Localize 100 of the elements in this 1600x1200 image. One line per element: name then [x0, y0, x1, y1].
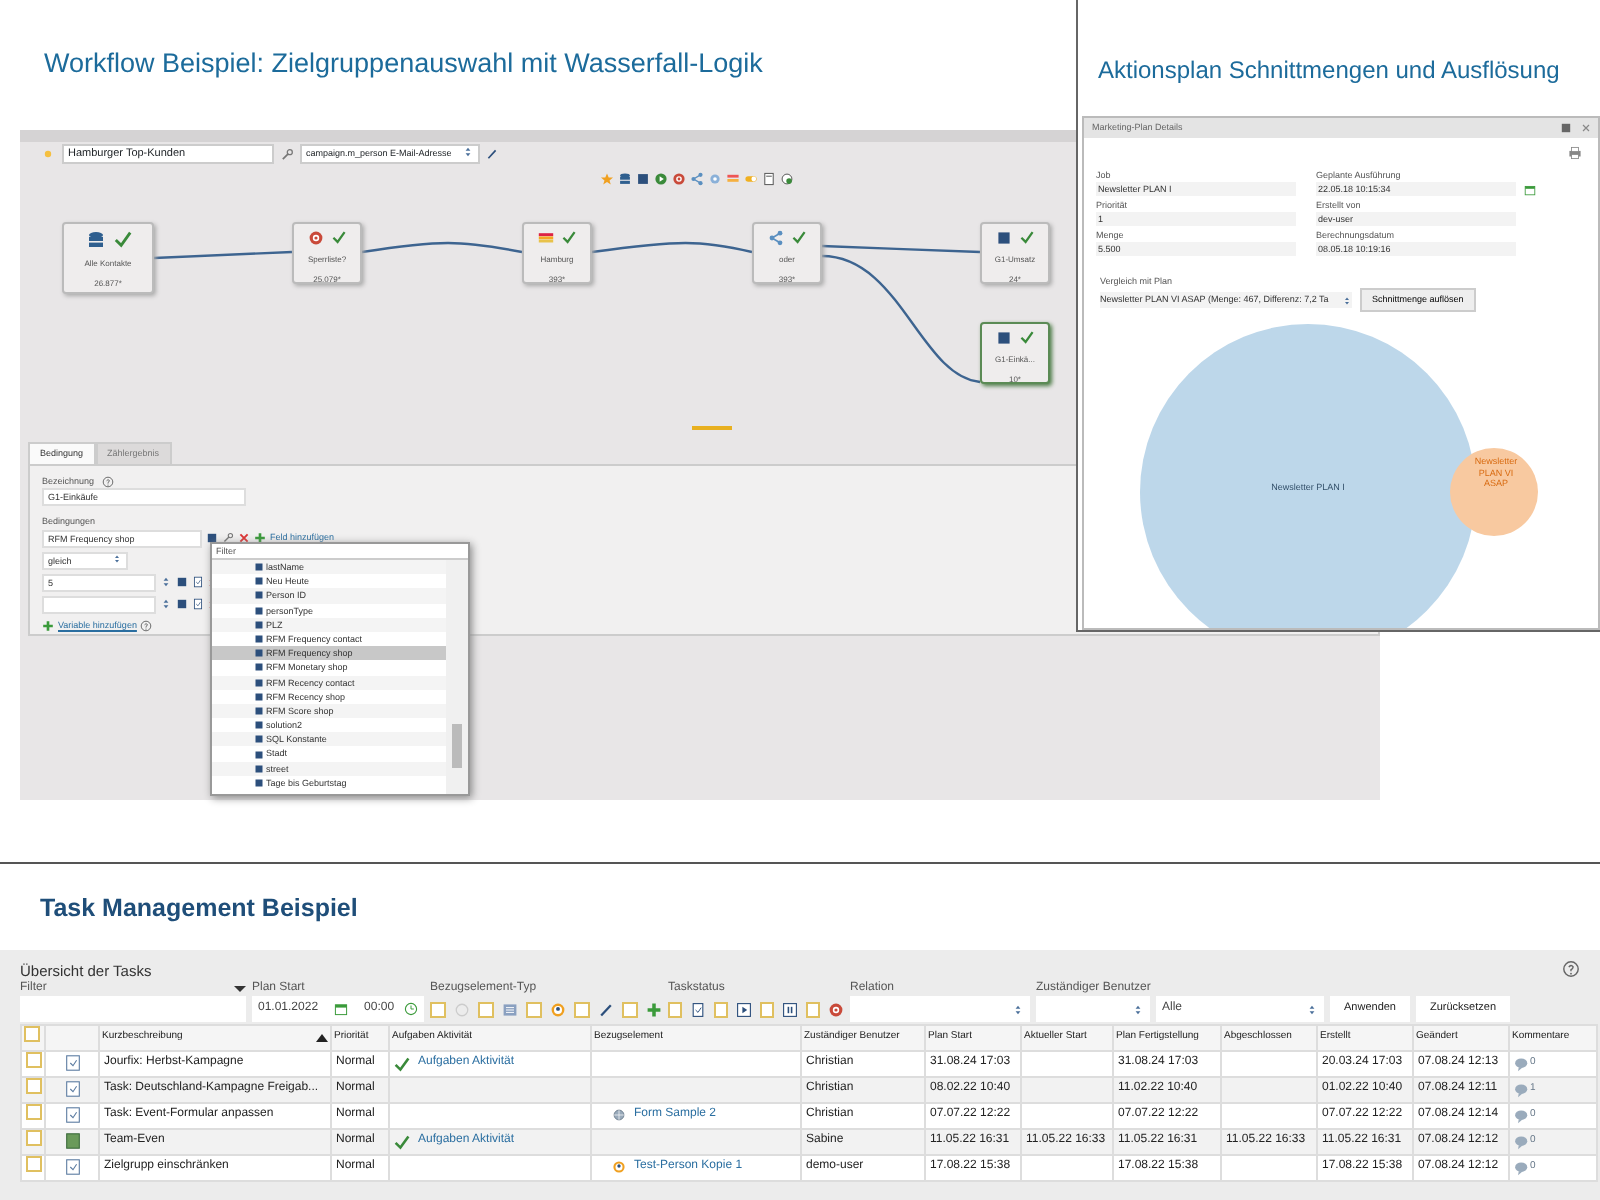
target-icon[interactable]	[780, 172, 794, 186]
check-icon	[113, 230, 131, 248]
section-heading: Aktionsplan Schnittmengen und Ausflösung	[1096, 54, 1560, 88]
square-icon	[254, 777, 264, 788]
square-icon	[254, 662, 264, 673]
square-icon	[254, 562, 264, 573]
checkbox[interactable]	[622, 1001, 638, 1017]
check-icon	[562, 230, 576, 244]
check-icon	[1020, 230, 1034, 244]
comment-icon[interactable]	[1514, 1133, 1530, 1149]
globe-icon	[612, 1108, 626, 1122]
play-icon[interactable]	[654, 172, 668, 186]
document-icon[interactable]	[192, 598, 204, 610]
square-icon	[254, 605, 264, 616]
clock-icon[interactable]	[404, 1002, 418, 1016]
scroll-thumb[interactable]	[452, 724, 462, 768]
calendar-icon[interactable]	[1524, 184, 1536, 196]
checkbox[interactable]	[526, 1001, 542, 1017]
document-icon[interactable]	[762, 172, 776, 186]
stop-icon[interactable]	[672, 172, 686, 186]
document-icon	[690, 1001, 706, 1017]
list-icon	[502, 1001, 518, 1017]
check-icon	[1020, 330, 1034, 344]
task-icon	[63, 1158, 81, 1176]
calendar-icon[interactable]	[334, 1002, 349, 1016]
select-field[interactable]	[1036, 996, 1150, 1022]
square-icon	[996, 330, 1012, 346]
checkbox[interactable]	[574, 1001, 590, 1017]
square-icon	[254, 734, 264, 745]
updown-icon	[1306, 1003, 1318, 1015]
team-icon	[63, 1132, 81, 1150]
delete-icon[interactable]	[238, 532, 250, 544]
connector-line	[153, 250, 293, 260]
checkbox[interactable]	[26, 1104, 42, 1119]
window-icon[interactable]	[1560, 122, 1572, 134]
square-icon	[254, 720, 264, 731]
scrollbar[interactable]	[446, 560, 468, 794]
stop-icon	[308, 230, 324, 246]
stripes-icon	[538, 230, 554, 246]
square-icon	[254, 576, 264, 587]
select-field[interactable]	[850, 996, 1030, 1022]
checkbox[interactable]	[760, 1001, 774, 1017]
checkbox[interactable]	[26, 1078, 42, 1093]
edit-icon[interactable]	[486, 148, 498, 160]
checkbox[interactable]	[26, 1052, 42, 1067]
square-icon	[254, 691, 264, 702]
square-icon	[254, 677, 264, 688]
checkbox[interactable]	[806, 1001, 820, 1017]
checkbox[interactable]	[478, 1001, 494, 1017]
task-icon	[63, 1106, 81, 1124]
check-icon	[394, 1133, 410, 1149]
pause-icon	[782, 1001, 798, 1017]
close-icon[interactable]	[1580, 122, 1592, 134]
checkbox[interactable]	[430, 1001, 446, 1017]
square-icon[interactable]	[176, 598, 188, 610]
checkbox[interactable]	[26, 1130, 42, 1145]
square-icon[interactable]	[636, 172, 650, 186]
toggle-icon[interactable]	[744, 172, 758, 186]
print-icon[interactable]	[1568, 146, 1582, 160]
plus-icon[interactable]	[42, 620, 54, 632]
updown-icon	[112, 553, 122, 563]
help-icon[interactable]	[1562, 960, 1580, 978]
check-icon	[394, 1055, 410, 1071]
checkbox[interactable]	[668, 1001, 682, 1017]
square-icon[interactable]	[206, 532, 218, 544]
square-icon	[254, 705, 264, 716]
share-icon[interactable]	[690, 172, 704, 186]
plus-icon[interactable]	[254, 532, 266, 544]
value-field[interactable]	[42, 595, 156, 613]
square-icon	[254, 763, 264, 774]
comment-icon[interactable]	[1514, 1055, 1530, 1071]
help-icon[interactable]	[140, 620, 153, 632]
database-icon	[85, 230, 105, 250]
person-icon	[550, 1001, 566, 1017]
updown-icon	[1342, 295, 1352, 305]
square-icon	[254, 619, 264, 630]
comment-icon[interactable]	[1514, 1107, 1530, 1123]
square-icon[interactable]	[176, 576, 188, 588]
square-icon	[254, 648, 264, 659]
checkbox[interactable]	[26, 1156, 42, 1171]
section-heading: Workflow Beispiel: Zielgruppenauswahl mit Wasserfall-Logik	[42, 46, 763, 82]
document-icon[interactable]	[192, 576, 204, 588]
square-icon	[254, 634, 264, 645]
settings-icon[interactable]	[280, 147, 294, 161]
updown-icon[interactable]	[160, 598, 172, 610]
comment-icon[interactable]	[1514, 1081, 1530, 1097]
help-icon[interactable]	[102, 475, 115, 487]
comment-icon[interactable]	[1514, 1159, 1530, 1175]
stripes-icon[interactable]	[726, 172, 740, 186]
settings-icon[interactable]	[222, 532, 234, 544]
check-icon	[332, 230, 346, 244]
play-icon	[736, 1001, 752, 1017]
venn-circle[interactable]	[1450, 448, 1538, 536]
checkbox[interactable]	[714, 1001, 728, 1017]
checkbox[interactable]	[24, 1026, 40, 1042]
filter-field[interactable]	[20, 996, 246, 1022]
resize-handle[interactable]	[692, 426, 732, 430]
updown-icon[interactable]	[160, 576, 172, 588]
star-icon[interactable]	[600, 172, 614, 186]
database-icon[interactable]	[618, 172, 632, 186]
